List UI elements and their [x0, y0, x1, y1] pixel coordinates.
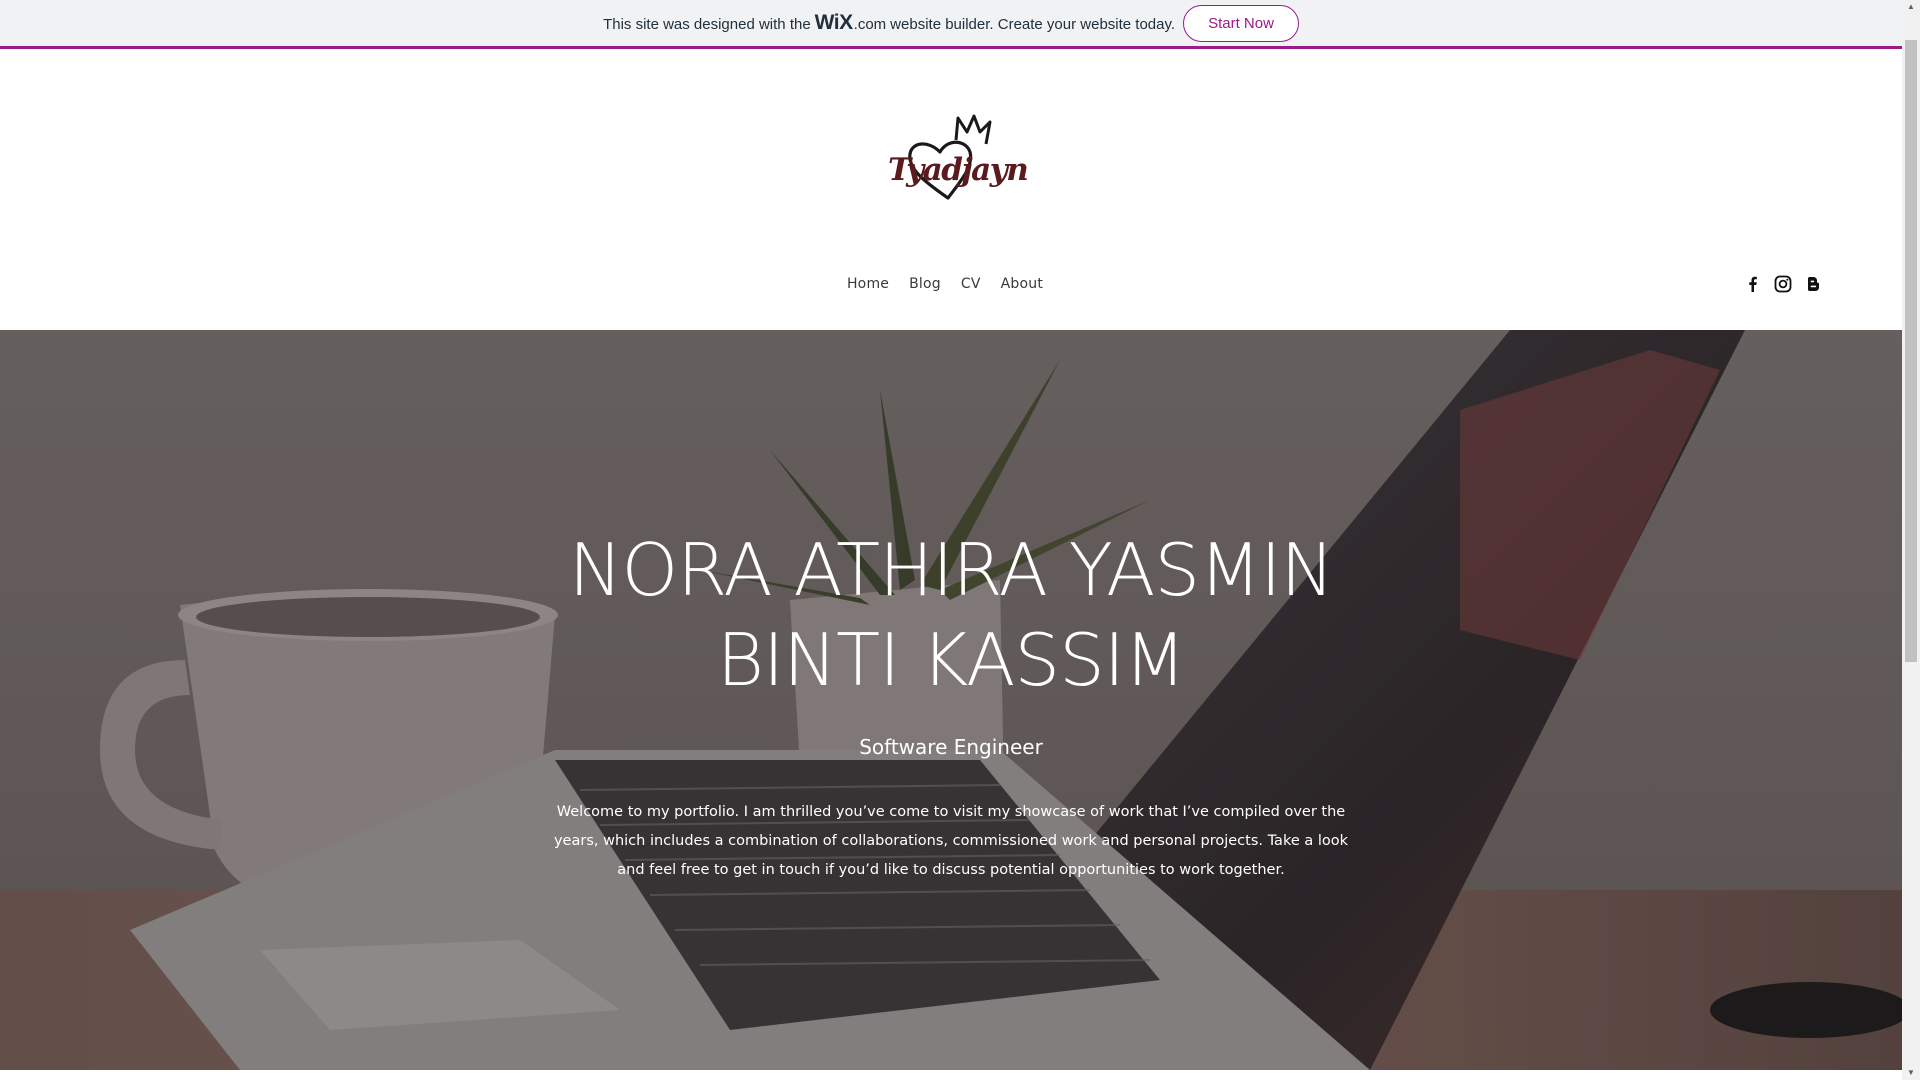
scroll-thumb[interactable] — [1905, 40, 1917, 662]
wix-banner: This site was designed with the WiX .com… — [0, 0, 1902, 49]
hero-section: NORA ATHIRA YASMIN BINTI KASSIM Software… — [0, 330, 1902, 1070]
nav-item-cv[interactable]: CV — [961, 276, 981, 292]
hero-title-line-1: NORA ATHIRA YASMIN — [568, 528, 1335, 612]
social-bar — [1744, 275, 1822, 293]
blogger-icon[interactable] — [1804, 275, 1822, 293]
nav-item-blog[interactable]: Blog — [909, 276, 941, 292]
page-scrollbar[interactable]: ▲ ▼ — [1902, 0, 1920, 1080]
logo-text: Tyadjayn — [888, 152, 1029, 188]
main-nav: Home Blog CV About — [0, 276, 1902, 292]
nav-item-home[interactable]: Home — [847, 276, 889, 292]
banner-text-before: This site was designed with the — [603, 16, 811, 33]
hero-description: Welcome to my portfolio. I am thrilled y… — [553, 804, 1349, 878]
nav-item-about[interactable]: About — [1001, 276, 1043, 292]
facebook-icon[interactable] — [1744, 275, 1762, 293]
site-header: Tyadjayn Home Blog CV About — [0, 52, 1902, 330]
hero-title-line-2: BINTI KASSIM — [716, 618, 1186, 702]
hero-subtitle: Software Engineer — [859, 735, 1043, 759]
instagram-icon[interactable] — [1774, 275, 1792, 293]
banner-text-after: website builder. Create your website tod… — [890, 16, 1176, 33]
hero-title: NORA ATHIRA YASMIN BINTI KASSIM — [0, 525, 1902, 705]
start-now-button[interactable]: Start Now — [1183, 4, 1299, 42]
wix-com: .com — [853, 16, 887, 33]
scroll-down-icon[interactable]: ▼ — [1902, 1066, 1920, 1080]
site-logo[interactable]: Tyadjayn — [882, 110, 1029, 200]
scroll-up-icon[interactable]: ▲ — [1902, 0, 1920, 14]
wix-banner-text: This site was designed with the WiX .com… — [603, 11, 1175, 35]
wix-logo[interactable]: WiX — [815, 11, 853, 35]
